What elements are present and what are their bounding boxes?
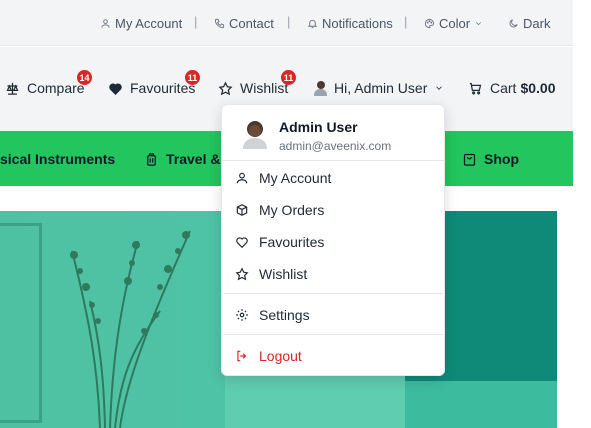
menu-divider — [223, 293, 443, 294]
favourites-label: Favourites — [130, 80, 196, 96]
chevron-down-icon — [476, 21, 482, 25]
avatar — [314, 80, 327, 96]
category-label: sical Instruments — [0, 151, 116, 167]
category-musical-instruments[interactable]: sical Instruments — [0, 151, 115, 167]
category-shop[interactable]: Shop — [462, 151, 519, 167]
cart-label: Cart — [490, 80, 517, 96]
user-menu-trigger[interactable]: Hi, Admin User — [314, 80, 444, 96]
dark-label: Dark — [523, 15, 551, 31]
scale-icon — [6, 82, 19, 95]
hero-frame-decor — [0, 223, 42, 423]
menu-item-label: Favourites — [259, 234, 325, 250]
user-email: admin@aveenix.com — [279, 139, 392, 153]
separator: | — [194, 14, 198, 29]
cart-icon — [469, 82, 482, 94]
menu-item-label: My Account — [259, 170, 332, 186]
compare-label: Compare — [27, 80, 85, 96]
heart-icon — [236, 237, 248, 249]
logout-icon — [237, 350, 247, 362]
plant-illustration — [70, 230, 191, 428]
wishlist-count-badge: 11 — [281, 70, 296, 85]
wishlist-label: Wishlist — [240, 80, 289, 96]
star-icon — [218, 80, 233, 95]
phone-icon — [214, 18, 225, 28]
moon-icon — [509, 18, 518, 27]
user-name: Admin User — [279, 119, 358, 135]
compare-count-badge: 14 — [77, 70, 92, 85]
menu-item-my-orders[interactable]: My Orders — [223, 196, 443, 224]
menu-item-my-account[interactable]: My Account — [223, 164, 443, 192]
menu-item-label: Settings — [259, 307, 310, 323]
dark-mode-toggle[interactable]: Dark — [508, 14, 550, 32]
menu-item-label: Wishlist — [259, 266, 308, 282]
menu-item-logout[interactable]: Logout — [223, 342, 443, 370]
category-label: Shop — [484, 151, 519, 167]
menu-item-label: My Orders — [259, 202, 325, 218]
menu-item-settings[interactable]: Settings — [223, 301, 443, 329]
contact-label: Contact — [229, 15, 274, 31]
user-dropdown-header: Admin User admin@aveenix.com — [222, 105, 444, 161]
color-toggle[interactable]: Color — [424, 14, 483, 32]
category-label: Travel & — [166, 151, 221, 167]
hero-panel-decor — [405, 381, 557, 428]
favourites-link[interactable]: Favourites — [108, 80, 195, 96]
wishlist-link[interactable]: Wishlist — [218, 80, 288, 96]
user-dropdown-menu: Admin User admin@aveenix.com My Account … — [221, 104, 445, 376]
separator: | — [404, 14, 408, 29]
package-icon — [236, 204, 248, 216]
avatar — [243, 121, 267, 149]
my-account-link[interactable]: My Account — [100, 14, 182, 32]
category-travel[interactable]: Travel & — [144, 151, 220, 167]
menu-divider — [223, 334, 443, 335]
luggage-icon — [147, 152, 156, 166]
compare-link[interactable]: Compare — [5, 80, 85, 96]
user-icon — [101, 18, 110, 28]
page-scrollbar[interactable] — [573, 0, 591, 428]
cart-total: $0.00 — [520, 80, 556, 96]
favourites-count-badge: 11 — [185, 70, 200, 85]
palette-icon — [424, 18, 435, 28]
greeting-label: Hi, Admin User — [334, 80, 428, 96]
chevron-down-icon — [436, 86, 443, 90]
star-icon — [235, 267, 249, 281]
my-account-label: My Account — [115, 15, 183, 31]
gear-icon — [236, 309, 248, 321]
cart-link[interactable]: Cart $0.00 — [468, 80, 556, 96]
bell-icon — [307, 19, 318, 28]
notifications-link[interactable]: Notifications — [307, 14, 393, 32]
menu-item-wishlist[interactable]: Wishlist — [223, 260, 443, 288]
color-label: Color — [439, 15, 471, 31]
menu-item-label: Logout — [259, 348, 302, 364]
contact-link[interactable]: Contact — [214, 14, 274, 32]
notifications-label: Notifications — [322, 15, 393, 31]
menu-item-favourites[interactable]: Favourites — [223, 228, 443, 256]
shopping-bag-icon — [463, 153, 476, 166]
separator: | — [287, 14, 291, 29]
heart-icon — [109, 83, 122, 95]
utility-bar: My Account | Contact | Notifications | C… — [0, 0, 573, 46]
user-icon — [236, 172, 248, 184]
